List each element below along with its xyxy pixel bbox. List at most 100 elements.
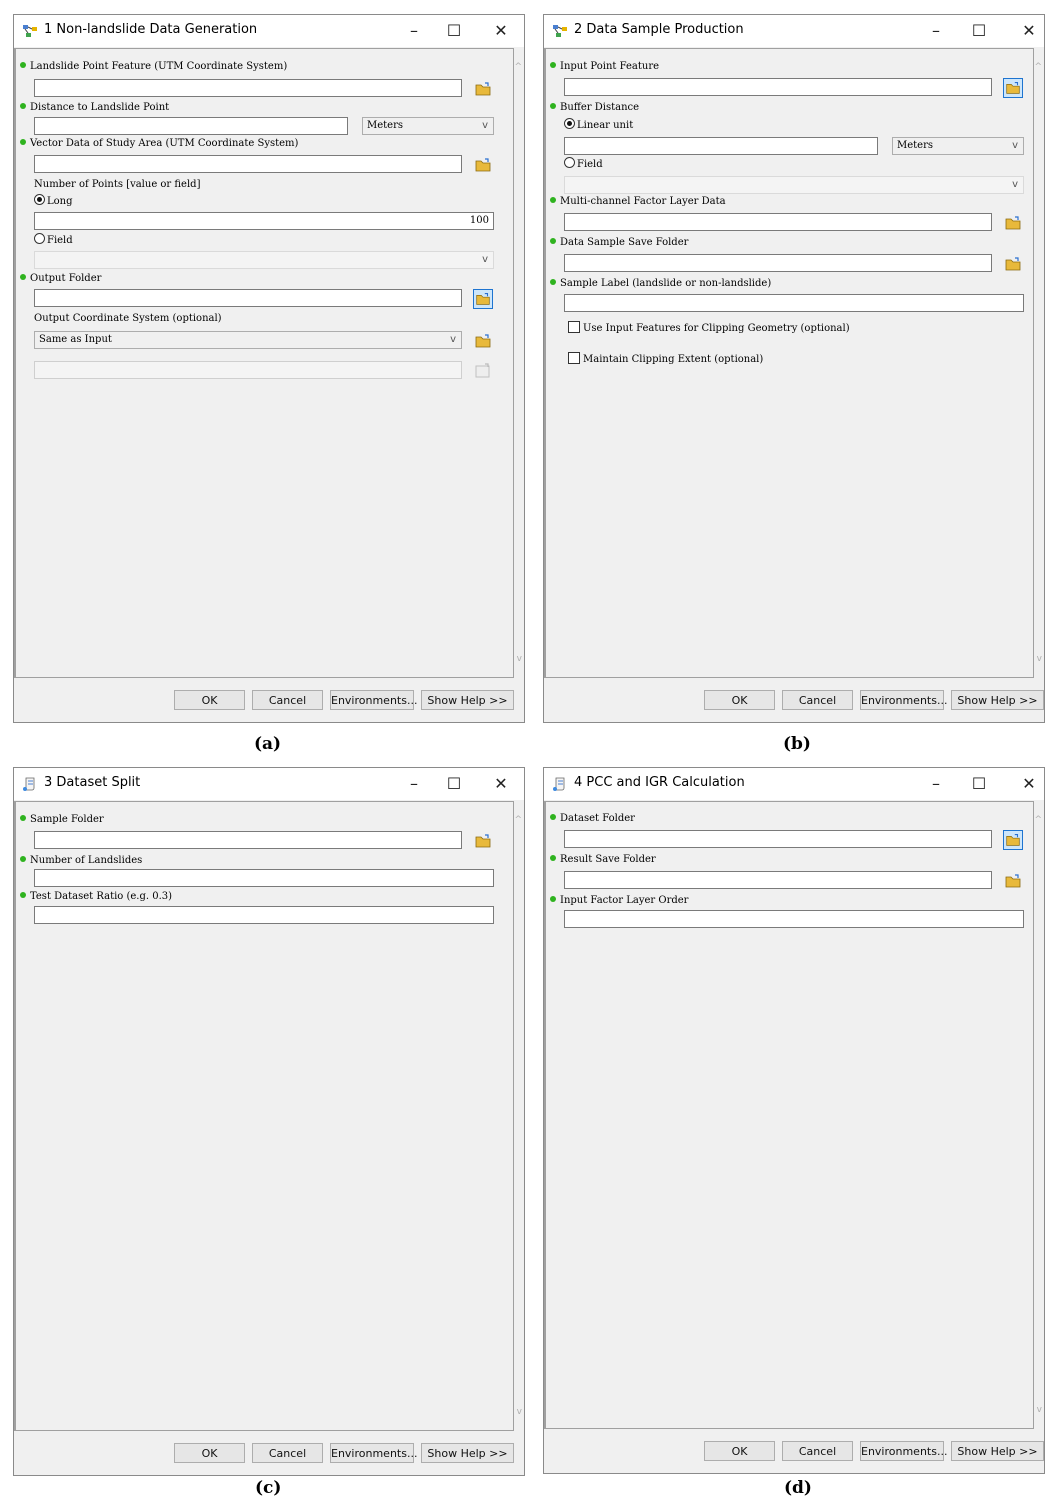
clip-extent-checkbox[interactable]: Maintain Clipping Extent (optional) bbox=[568, 352, 763, 365]
scroll-down-icon[interactable]: v bbox=[1037, 1405, 1042, 1415]
open-folder-icon[interactable] bbox=[1003, 830, 1023, 850]
scrollbar[interactable]: ^ v bbox=[1034, 801, 1044, 1429]
show-help-button[interactable]: Show Help >> bbox=[951, 690, 1044, 710]
checkbox-icon bbox=[568, 321, 580, 333]
open-folder-icon[interactable] bbox=[1003, 871, 1023, 891]
scrollbar[interactable]: ^ v bbox=[1034, 48, 1044, 678]
open-folder-icon[interactable] bbox=[1003, 213, 1023, 233]
num-points-label: Number of Points [value or field] bbox=[34, 179, 201, 190]
radio-field[interactable]: Field bbox=[34, 233, 73, 246]
result-folder-input[interactable] bbox=[564, 871, 992, 889]
input-point-input[interactable] bbox=[564, 78, 992, 96]
show-help-button[interactable]: Show Help >> bbox=[951, 1441, 1044, 1461]
output-folder-label: Output Folder bbox=[20, 273, 101, 284]
close-button[interactable]: ✕ bbox=[1014, 19, 1044, 43]
vector-data-input[interactable] bbox=[34, 155, 462, 173]
sample-folder-input[interactable] bbox=[34, 831, 462, 849]
clip-geometry-checkbox[interactable]: Use Input Features for Clipping Geometry… bbox=[568, 321, 850, 334]
dialog-footer: OK Cancel Environments... Show Help >> bbox=[544, 1429, 1044, 1473]
test-ratio-input[interactable] bbox=[34, 906, 494, 924]
maximize-button[interactable]: ☐ bbox=[964, 19, 994, 43]
show-help-button[interactable]: Show Help >> bbox=[421, 690, 514, 710]
dialog-footer: OK Cancel Environments... Show Help >> bbox=[544, 678, 1044, 722]
open-folder-icon[interactable] bbox=[1003, 78, 1023, 98]
scroll-up-icon[interactable]: ^ bbox=[1034, 815, 1042, 825]
minimize-button[interactable]: – bbox=[399, 19, 429, 43]
minimize-button[interactable]: – bbox=[921, 772, 951, 796]
chevron-down-icon: v bbox=[482, 120, 488, 131]
output-folder-input[interactable] bbox=[34, 289, 462, 307]
close-button[interactable]: ✕ bbox=[486, 772, 516, 796]
open-folder-icon[interactable] bbox=[473, 331, 493, 351]
chevron-down-icon: v bbox=[482, 254, 488, 265]
landslide-point-input[interactable] bbox=[34, 79, 462, 97]
environments-button[interactable]: Environments... bbox=[330, 690, 417, 710]
ok-button[interactable]: OK bbox=[704, 690, 775, 710]
test-ratio-label: Test Dataset Ratio (e.g. 0.3) bbox=[20, 891, 172, 902]
radio-unselected-icon bbox=[564, 157, 575, 168]
parameter-pane: Landslide Point Feature (UTM Coordinate … bbox=[14, 48, 514, 678]
distance-unit-select[interactable]: Meters v bbox=[362, 117, 494, 135]
cancel-button[interactable]: Cancel bbox=[252, 690, 323, 710]
cancel-button[interactable]: Cancel bbox=[782, 690, 853, 710]
scroll-up-icon[interactable]: ^ bbox=[514, 62, 522, 72]
scroll-down-icon[interactable]: v bbox=[1037, 654, 1042, 664]
required-dot-icon bbox=[20, 274, 26, 280]
long-value-input[interactable]: 100 bbox=[34, 212, 494, 230]
required-dot-icon bbox=[550, 855, 556, 861]
ok-button[interactable]: OK bbox=[174, 690, 245, 710]
dialog-footer: OK Cancel Environments... Show Help >> bbox=[14, 678, 524, 722]
sample-label-input[interactable] bbox=[564, 294, 1024, 312]
environments-button[interactable]: Environments... bbox=[860, 690, 947, 710]
properties-icon bbox=[475, 363, 490, 378]
scrollbar[interactable]: ^ v bbox=[514, 801, 524, 1431]
dataset-folder-input[interactable] bbox=[564, 830, 992, 848]
num-landslides-input[interactable] bbox=[34, 869, 494, 887]
environments-button[interactable]: Environments... bbox=[330, 1443, 417, 1463]
environments-button[interactable]: Environments... bbox=[860, 1441, 947, 1461]
scroll-up-icon[interactable]: ^ bbox=[1034, 62, 1042, 72]
minimize-button[interactable]: – bbox=[399, 772, 429, 796]
output-cs-select[interactable]: Same as Input v bbox=[34, 331, 462, 349]
radio-long[interactable]: Long bbox=[34, 194, 73, 207]
scrollbar[interactable]: ^ v bbox=[514, 48, 524, 678]
radio-linear-unit[interactable]: Linear unit bbox=[564, 118, 633, 131]
title-bar: 4 PCC and IGR Calculation – ☐ ✕ bbox=[544, 768, 1044, 800]
script-icon bbox=[553, 777, 565, 791]
open-folder-icon[interactable] bbox=[473, 155, 493, 175]
parameter-pane: Dataset Folder Result Save Folder Input … bbox=[544, 801, 1034, 1429]
scroll-up-icon[interactable]: ^ bbox=[514, 815, 522, 825]
close-button[interactable]: ✕ bbox=[1014, 772, 1044, 796]
close-button[interactable]: ✕ bbox=[486, 19, 516, 43]
maximize-button[interactable]: ☐ bbox=[439, 772, 469, 796]
maximize-button[interactable]: ☐ bbox=[964, 772, 994, 796]
cancel-button[interactable]: Cancel bbox=[252, 1443, 323, 1463]
required-dot-icon bbox=[550, 197, 556, 203]
figure-caption-a: (a) bbox=[254, 734, 282, 754]
required-dot-icon bbox=[550, 103, 556, 109]
open-folder-icon[interactable] bbox=[473, 831, 493, 851]
linear-unit-select[interactable]: Meters v bbox=[892, 137, 1024, 155]
required-dot-icon bbox=[20, 856, 26, 862]
open-folder-icon[interactable] bbox=[473, 79, 493, 99]
open-folder-icon[interactable] bbox=[1003, 254, 1023, 274]
show-help-button[interactable]: Show Help >> bbox=[421, 1443, 514, 1463]
scroll-down-icon[interactable]: v bbox=[517, 1407, 522, 1417]
ok-button[interactable]: OK bbox=[174, 1443, 245, 1463]
radio-selected-icon bbox=[34, 194, 45, 205]
save-folder-input[interactable] bbox=[564, 254, 992, 272]
factor-layer-input[interactable] bbox=[564, 213, 992, 231]
maximize-button[interactable]: ☐ bbox=[439, 19, 469, 43]
figure-caption-b: (b) bbox=[783, 734, 811, 754]
field-select: v bbox=[564, 176, 1024, 194]
minimize-button[interactable]: – bbox=[921, 19, 951, 43]
scroll-down-icon[interactable]: v bbox=[517, 654, 522, 664]
open-folder-icon[interactable] bbox=[473, 289, 493, 309]
factor-order-input[interactable] bbox=[564, 910, 1024, 928]
linear-unit-input[interactable] bbox=[564, 137, 878, 155]
ok-button[interactable]: OK bbox=[704, 1441, 775, 1461]
dialog-footer: OK Cancel Environments... Show Help >> bbox=[14, 1431, 524, 1475]
radio-field[interactable]: Field bbox=[564, 157, 603, 170]
distance-input[interactable] bbox=[34, 117, 348, 135]
cancel-button[interactable]: Cancel bbox=[782, 1441, 853, 1461]
